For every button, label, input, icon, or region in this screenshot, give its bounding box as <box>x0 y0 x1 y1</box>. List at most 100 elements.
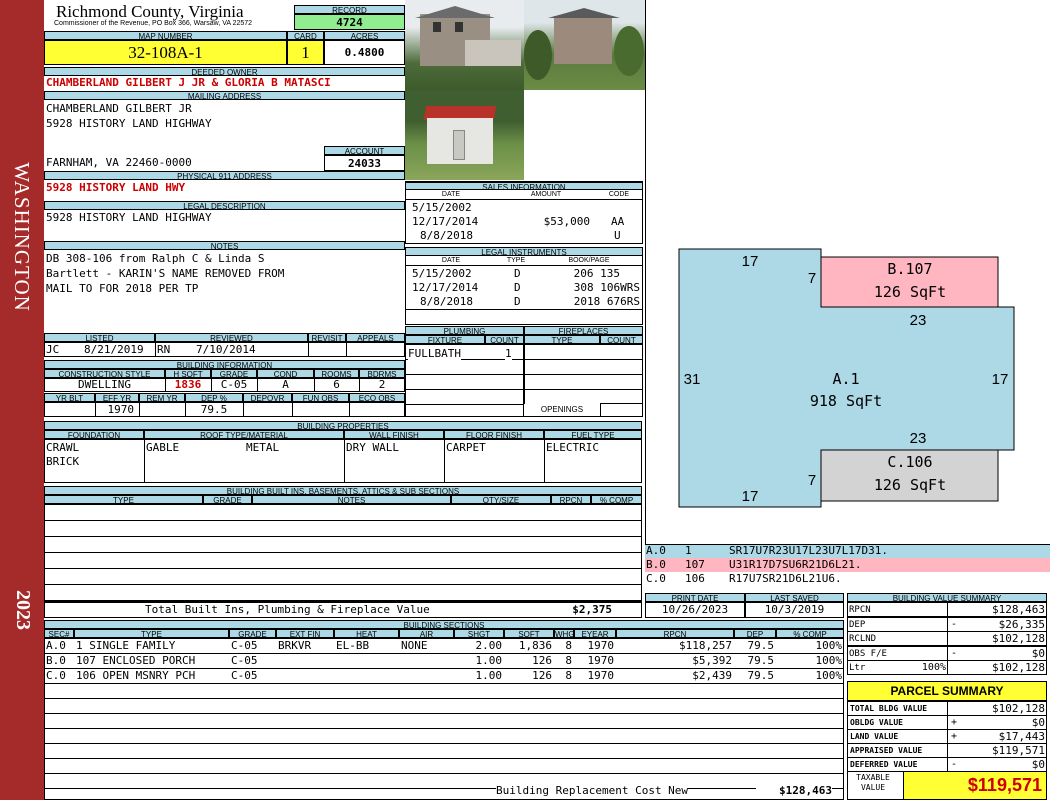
value-summary-pct: 100% <box>921 662 946 674</box>
col-construction-style: CONSTRUCTION STYLE <box>44 369 165 378</box>
plumbing: PLUMBING FIXTURE COUNT FULLBATH 1 <box>405 326 524 417</box>
sections-header: BUILDING SECTIONS <box>44 620 844 629</box>
section-b-area: 126 SqFt <box>874 283 946 301</box>
fireplace-col-count: COUNT <box>600 335 643 344</box>
value-summary-row: RPCN $128,463 <box>847 602 1047 617</box>
notes-line: Bartlett - KARIN'S NAME REMOVED FROM <box>46 267 285 280</box>
properties-header: BUILDING PROPERTIES <box>44 421 642 430</box>
section-cell: 79.5 <box>747 639 775 652</box>
instr-type: D <box>514 295 521 308</box>
plumbing-fixture: FULLBATH <box>408 347 461 361</box>
builtins-col-comp: % COMP <box>591 495 642 504</box>
value-summary-row: RCLND $102,128 <box>847 631 1047 647</box>
county-title: Richmond County, Virginia <box>56 2 244 21</box>
account-number: 24033 <box>324 155 405 171</box>
section-cell: 1970 <box>587 669 615 682</box>
section-cell: 8 <box>565 654 572 667</box>
parcel-summary: PARCEL SUMMARY TOTAL BLDG VALUE $102,128 O… <box>847 681 1047 800</box>
roof-material: METAL <box>246 441 280 454</box>
legend-code: 106 <box>685 572 705 585</box>
sections-col-header: RPCN <box>616 629 734 638</box>
builtins-total-label: Total Built Ins, Plumbing & Fireplace Va… <box>145 603 430 616</box>
section-cell: 79.5 <box>747 669 775 682</box>
sale-date: 12/17/2014 <box>412 215 479 228</box>
dim-c-side: 7 <box>808 472 816 489</box>
sales-information: SALES INFORMATION DATE AMOUNT CODE 5/15/… <box>405 181 643 244</box>
instr-date: 8/8/2018 <box>420 295 473 308</box>
instr-book: 2018 676RS <box>573 295 640 308</box>
legend-row-b: B.0 107 U31R17D7SU6R21D6L21. <box>645 558 1050 572</box>
parcel-summary-value: $0 <box>1031 716 1045 729</box>
col-cond: COND <box>257 369 314 378</box>
section-cell: 1,836 <box>518 639 552 652</box>
sections-col-header: TYPE <box>74 629 229 638</box>
value-summary-value: $102,128 <box>992 661 1045 675</box>
district-name: WASHINGTON <box>10 162 34 312</box>
card-header: CARD <box>287 31 324 40</box>
section-cell: 126 <box>532 669 552 682</box>
section-cell: 100% <box>815 669 843 682</box>
section-cell: 1.00 <box>475 669 503 682</box>
legend-row-a: A.0 1 SR17U7R23U17L23U7L17D31. <box>645 544 1050 558</box>
building-info-header: BUILDING INFORMATION <box>44 360 405 369</box>
replacement-cost-value: $128,463 <box>756 784 832 798</box>
section-a-area: 918 SqFt <box>810 392 882 410</box>
section-cell: B.0 <box>46 654 66 667</box>
reviewed-date: 7/10/2014 <box>196 343 256 356</box>
last-saved-header: LAST SAVED <box>745 593 844 602</box>
physical-address-header: PHYSICAL 911 ADDRESS <box>44 171 405 180</box>
parcel-summary-row: APPRAISED VALUE $119,571 <box>847 743 1047 758</box>
wall-finish: DRY WALL <box>346 441 399 454</box>
map-number-header: MAP NUMBER <box>44 31 287 40</box>
foundation: BRICK <box>46 455 80 468</box>
col-eff-yr: EFF YR <box>95 393 139 402</box>
mailing-line <box>46 132 326 156</box>
sales-col-date: DATE <box>441 191 461 198</box>
section-cell: $2,439 <box>692 669 732 682</box>
parcel-summary-label: DEFERRED VALUE <box>850 760 918 769</box>
taxable-value-label: TAXABLE VALUE <box>856 773 890 792</box>
building-sketch: 17 31 17 7 23 23 7 17 A.1 918 SqFt B.107… <box>678 248 1015 508</box>
fireplaces-header: FIREPLACES <box>524 326 643 335</box>
col-hsqft: H SQFT <box>165 369 211 378</box>
building-value-summary: BUILDING VALUE SUMMARY RPCN $128,463 DEP - $… <box>847 593 1047 676</box>
revisit-header: REVISIT <box>308 333 346 342</box>
section-cell: BRKVR <box>278 639 312 652</box>
sections-col-header: SHGT <box>454 629 504 638</box>
mailing-line: FARNHAM, VA 22460-0000 <box>46 156 192 169</box>
value-summary-header: BUILDING VALUE SUMMARY <box>847 593 1047 602</box>
builtins-col-grade: GRADE <box>203 495 252 504</box>
grade: C-05 <box>220 378 248 391</box>
legal-instruments: LEGAL INSTRUMENTS DATE TYPE BOOK/PAGE 5/… <box>405 247 643 325</box>
builtins-col-rpcn: RPCN <box>551 495 591 504</box>
instr-col-date: DATE <box>441 257 461 264</box>
sale-amount: $53,000 <box>543 215 590 228</box>
section-cell: C-05 <box>231 669 258 682</box>
section-cell: 106 OPEN MSNRY PCH <box>76 669 196 682</box>
col-rem-yr: REM YR <box>139 393 185 402</box>
acres-header: ACRES <box>324 31 405 40</box>
section-c-label: C.106 <box>887 453 932 471</box>
notes-line: DB 308-106 from Ralph C & Linda S <box>46 252 265 265</box>
taxable-value: $119,571 <box>903 772 1046 799</box>
dim-bottom: 17 <box>742 488 759 505</box>
physical-address: 5928 HISTORY LAND HWY <box>46 181 186 194</box>
house-photo-side <box>524 0 645 90</box>
legend-code: 107 <box>685 558 705 571</box>
section-cell: 1970 <box>587 639 615 652</box>
map-number: 32-108A-1 <box>44 40 287 65</box>
review-info: LISTED REVIEWED REVISIT APPEALS JC 8/21/… <box>44 333 405 357</box>
section-cell: 79.5 <box>747 654 775 667</box>
construction-style: DWELLING <box>78 378 131 391</box>
record-number: 4724 <box>294 14 405 30</box>
sections-col-header: WHGT <box>554 629 574 638</box>
section-cell: $118,257 <box>679 639 732 652</box>
col-roof: ROOF TYPE/MATERIAL <box>144 430 344 439</box>
sections-col-header: GRADE <box>229 629 276 638</box>
mailing-line: CHAMBERLAND GILBERT JR <box>46 102 192 115</box>
legend-path: R17U7SR21D6L21U6. <box>729 572 842 585</box>
notes-line: MAIL TO FOR 2018 PER TP <box>46 282 199 295</box>
sales-header: SALES INFORMATION <box>405 181 643 190</box>
section-cell: 107 ENCLOSED PORCH <box>76 654 196 667</box>
replacement-cost-label: Building Replacement Cost New <box>496 784 689 798</box>
